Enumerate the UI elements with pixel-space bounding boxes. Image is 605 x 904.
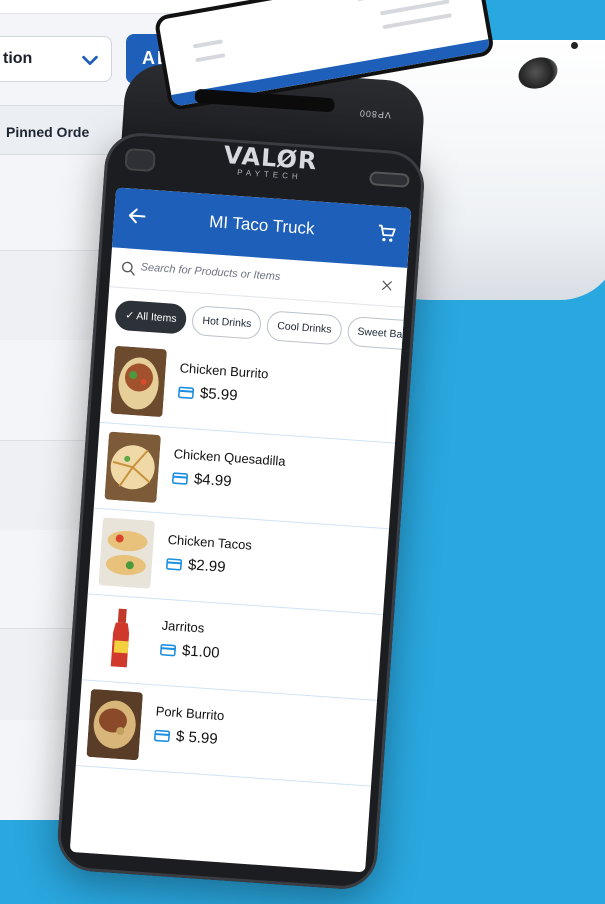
product-name: Chicken Quesadilla xyxy=(173,446,287,469)
rear-display-line xyxy=(357,0,437,2)
rear-display-line xyxy=(379,0,450,16)
speaker-grille xyxy=(368,171,410,188)
card-icon xyxy=(153,729,171,743)
search-input[interactable]: Search for Products or Items xyxy=(140,261,280,283)
pork-burrito-image xyxy=(86,688,144,761)
store-title: MI Taco Truck xyxy=(208,212,316,239)
rear-display-line xyxy=(382,13,453,30)
rear-display-line xyxy=(195,53,226,63)
close-icon[interactable] xyxy=(380,278,395,293)
product-name: Chicken Burrito xyxy=(179,360,269,382)
tacos-image xyxy=(98,517,156,589)
product-name: Jarritos xyxy=(161,617,205,636)
product-name: Chicken Tacos xyxy=(167,531,253,553)
cart-icon[interactable] xyxy=(375,222,398,245)
product-price: $5.99 xyxy=(199,384,239,405)
search-icon xyxy=(121,261,135,276)
card-icon xyxy=(165,558,183,571)
card-icon xyxy=(171,472,189,485)
payment-terminal: VP800 VALØR PAYTECH MI Taco Truck Search… xyxy=(0,0,496,904)
product-price: $1.00 xyxy=(181,642,221,662)
card-icon xyxy=(177,386,195,399)
product-price: $4.99 xyxy=(193,470,233,491)
product-price: $ 5.99 xyxy=(175,727,219,748)
category-chip-cool-drinks[interactable]: Cool Drinks xyxy=(266,310,343,346)
background-select-label: tion xyxy=(3,50,33,67)
burrito-image xyxy=(110,345,168,418)
front-camera xyxy=(124,148,156,173)
quesadilla-image xyxy=(104,431,162,503)
product-list: Chicken Burrito $5.99 Chicken Quesadilla… xyxy=(75,337,401,787)
product-name: Pork Burrito xyxy=(155,703,225,724)
indicator-light xyxy=(571,42,578,49)
card-icon xyxy=(159,643,177,657)
category-chip-hot-drinks[interactable]: Hot Drinks xyxy=(191,305,263,340)
soda-bottle-image xyxy=(92,603,150,675)
device-screen: MI Taco Truck Search for Products or Ite… xyxy=(69,187,412,873)
product-price: $2.99 xyxy=(187,556,227,576)
category-chip-sweet-bakery[interactable]: Sweet Bakery xyxy=(346,315,412,352)
category-chip-all-items[interactable]: ✓ All Items xyxy=(114,299,188,335)
rear-display-line xyxy=(192,39,224,49)
model-label: VP800 xyxy=(358,108,392,121)
